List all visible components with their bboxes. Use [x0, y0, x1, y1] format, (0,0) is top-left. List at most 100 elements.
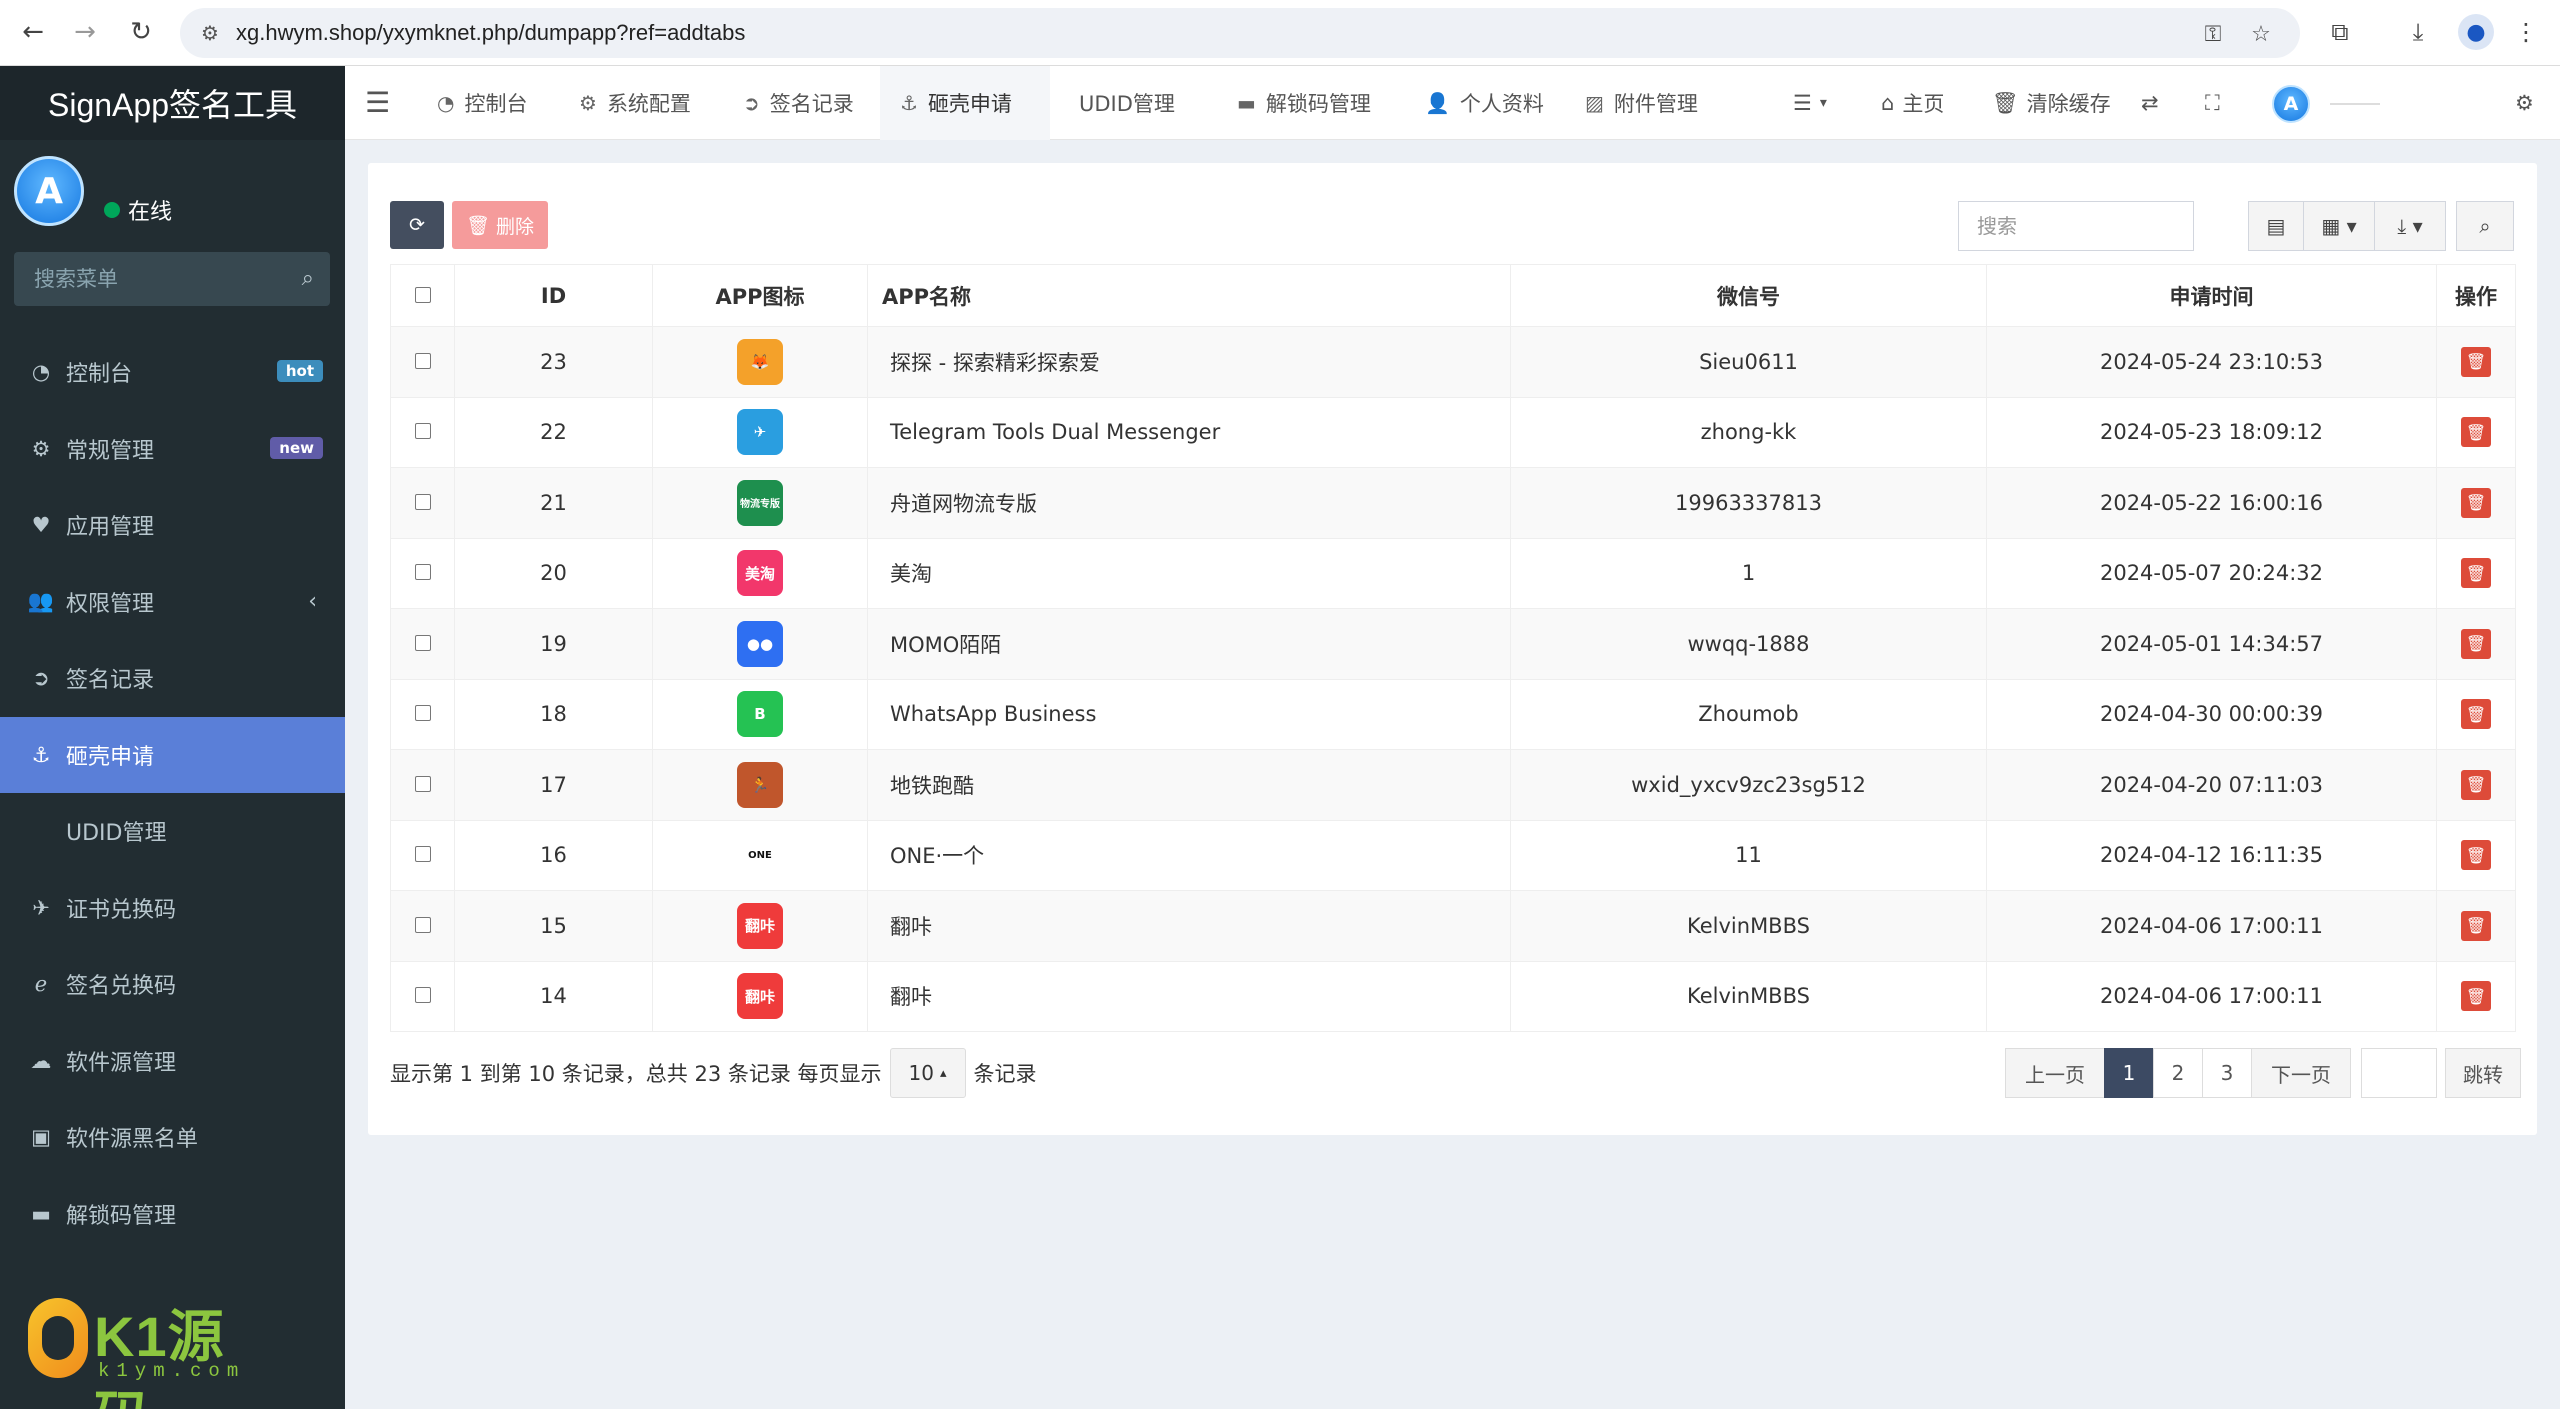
menu-search-input[interactable]	[14, 252, 284, 306]
sidebar-item-dashboard[interactable]: ◔ 控制台 hot	[0, 334, 345, 411]
row-delete-button[interactable]: 🗑	[2461, 769, 2491, 800]
row-delete-button[interactable]: 🗑	[2461, 417, 2491, 448]
row-delete-button[interactable]: 🗑	[2461, 346, 2491, 377]
table-row[interactable]: 14 翻咔 翻咔 KelvinMBBS 2024-04-06 17:00:11 🗑	[390, 960, 2516, 1032]
sidebar-item-unlock-codes[interactable]: ▬ 解锁码管理	[0, 1176, 345, 1253]
row-delete-button[interactable]: 🗑	[2461, 699, 2491, 730]
app-logo-title[interactable]: SignApp签名工具	[0, 66, 345, 140]
profile-avatar-icon[interactable]: ●	[2458, 14, 2494, 50]
sidebar-item-sign-records[interactable]: ➲ 签名记录	[0, 640, 345, 717]
page-1-button[interactable]: 1	[2104, 1048, 2154, 1098]
translate-icon[interactable]: ⇄	[2141, 66, 2159, 140]
row-checkbox[interactable]	[414, 423, 431, 440]
tab-dump-requests[interactable]: ⚓ 砸壳申请	[880, 66, 1050, 140]
row-delete-button[interactable]: 🗑	[2461, 840, 2491, 871]
trash-icon: 🗑	[2465, 493, 2487, 513]
clear-cache-link[interactable]: 🗑 清除缓存	[1992, 66, 2111, 140]
bookmark-star-icon[interactable]: ☆	[2246, 19, 2276, 49]
row-actions: 🗑	[2436, 749, 2516, 821]
sidebar-item-sources[interactable]: ☁ 软件源管理	[0, 1023, 345, 1100]
sidebar-item-udid[interactable]: UDID管理	[0, 793, 345, 870]
sidebar-item-source-blacklist[interactable]: ▣ 软件源黑名单	[0, 1099, 345, 1176]
table-row[interactable]: 17 🏃 地铁跑酷 wxid_yxcv9zc23sg512 2024-04-20 07:…	[390, 749, 2516, 821]
col-app-name[interactable]: APP名称	[867, 264, 1511, 327]
col-id[interactable]: ID	[454, 264, 653, 327]
row-checkbox[interactable]	[414, 634, 431, 651]
table-row[interactable]: 19 ●● MOMO陌陌 wwqq-1888 2024-05-01 14:34:57 🗑	[390, 608, 2516, 680]
toggle-view-button[interactable]: ▤	[2248, 201, 2304, 251]
nav-user-avatar[interactable]: A	[2272, 85, 2310, 123]
tab-udid[interactable]: UDID管理	[1069, 66, 1175, 140]
forward-icon[interactable]: →	[68, 15, 102, 49]
col-app-icon[interactable]: APP图标	[652, 264, 868, 327]
select-all-checkbox[interactable]	[414, 286, 431, 303]
row-checkbox[interactable]	[414, 705, 431, 722]
row-checkbox[interactable]	[414, 916, 431, 933]
col-wechat[interactable]: 微信号	[1510, 264, 1987, 327]
nav-username-placeholder[interactable]	[2330, 103, 2380, 105]
gear-icon: ⚙	[579, 91, 597, 115]
tab-system-config[interactable]: ⚙ 系统配置	[579, 66, 691, 140]
back-icon[interactable]: ←	[16, 15, 50, 49]
row-delete-button[interactable]: 🗑	[2461, 558, 2491, 589]
row-delete-button[interactable]: 🗑	[2461, 910, 2491, 941]
reload-icon[interactable]: ↻	[124, 15, 158, 49]
row-checkbox[interactable]	[414, 493, 431, 510]
row-delete-button[interactable]: 🗑	[2461, 487, 2491, 518]
col-apply-time[interactable]: 申请时间	[1986, 264, 2437, 327]
caret-down-icon: ▾	[1819, 95, 1827, 111]
delete-button[interactable]: 🗑 删除	[452, 201, 548, 249]
row-delete-button[interactable]: 🗑	[2461, 628, 2491, 659]
table-search-input[interactable]	[1959, 202, 2193, 250]
sidebar-item-dump-requests[interactable]: ⚓ 砸壳申请	[0, 716, 345, 793]
export-button[interactable]: ⤓ ▾	[2374, 201, 2446, 251]
row-checkbox[interactable]	[414, 987, 431, 1004]
table-row[interactable]: 16 ONE ONE·一个 11 2024-04-12 16:11:35 🗑	[390, 819, 2516, 891]
sidebar-item-general[interactable]: ⚙ 常规管理 new	[0, 411, 345, 488]
more-menu-icon[interactable]: ⋮	[2508, 14, 2544, 50]
home-link[interactable]: ⌂ 主页	[1881, 66, 1944, 140]
row-checkbox[interactable]	[414, 352, 431, 369]
prev-page-button[interactable]: 上一页	[2005, 1048, 2105, 1098]
search-icon[interactable]: ⌕	[302, 266, 314, 291]
tab-sign-records[interactable]: ➲ 签名记录	[743, 66, 854, 140]
tab-profile[interactable]: 👤 个人资料	[1425, 66, 1544, 140]
sidebar-item-sign-codes[interactable]: ℯ 签名兑换码	[0, 946, 345, 1023]
row-checkbox[interactable]	[414, 846, 431, 863]
tab-attachments[interactable]: ▨ 附件管理	[1585, 66, 1698, 140]
jump-page-input[interactable]	[2362, 1049, 2436, 1097]
tab-unlock-codes[interactable]: ▬ 解锁码管理	[1237, 66, 1371, 140]
table-row[interactable]: 21 物流专版 舟道网物流专版 19963337813 2024-05-22 16:00…	[390, 467, 2516, 539]
url-text[interactable]: xg.hwym.shop/yxymknet.php/dumpapp?ref=ad…	[236, 20, 745, 46]
columns-button[interactable]: ▦ ▾	[2303, 201, 2375, 251]
table-row[interactable]: 22 ✈ Telegram Tools Dual Messenger zhong-kk…	[390, 396, 2516, 468]
table-row[interactable]: 23 🦊 探探 - 探索精彩探索爱 Sieu0611 2024-05-24 23:10:…	[390, 326, 2516, 398]
page-3-button[interactable]: 3	[2202, 1048, 2252, 1098]
tab-label: UDID管理	[1079, 92, 1175, 116]
extensions-icon[interactable]: ⧉	[2322, 14, 2358, 50]
address-bar[interactable]: ⚙ xg.hwym.shop/yxymknet.php/dumpapp?ref=…	[180, 8, 2300, 58]
password-key-icon[interactable]: ⚿	[2198, 19, 2228, 49]
page-size-select[interactable]: 10 ▴	[889, 1048, 966, 1098]
search-button[interactable]: ⌕	[2456, 201, 2514, 251]
sidebar-item-permissions[interactable]: 👥 权限管理 ‹	[0, 564, 345, 641]
refresh-button[interactable]: ⟳	[390, 201, 444, 249]
tab-dashboard[interactable]: ◔ 控制台	[437, 66, 527, 140]
settings-cogs-icon[interactable]: ⚙	[2515, 66, 2534, 140]
row-delete-button[interactable]: 🗑	[2461, 981, 2491, 1012]
table-row[interactable]: 18 B WhatsApp Business Zhoumob 2024-04-30 00…	[390, 678, 2516, 750]
download-icon[interactable]: ⤓	[2400, 14, 2436, 50]
row-checkbox[interactable]	[414, 564, 431, 581]
sidebar-item-apps[interactable]: ♥ 应用管理	[0, 487, 345, 564]
page-2-button[interactable]: 2	[2153, 1048, 2203, 1098]
sidebar-toggle-icon[interactable]: ☰	[365, 86, 390, 119]
next-page-button[interactable]: 下一页	[2251, 1048, 2351, 1098]
sidebar-item-cert-codes[interactable]: ✈ 证书兑换码	[0, 870, 345, 947]
fullscreen-icon[interactable]: ⛶	[2205, 66, 2220, 140]
site-info-icon[interactable]: ⚙	[196, 19, 224, 47]
table-row[interactable]: 15 翻咔 翻咔 KelvinMBBS 2024-04-06 17:00:11 🗑	[390, 890, 2516, 962]
jump-button[interactable]: 跳转	[2445, 1048, 2521, 1098]
more-tabs-dropdown[interactable]: ☰ ▾	[1793, 66, 1827, 140]
table-row[interactable]: 20 美淘 美淘 1 2024-05-07 20:24:32 🗑	[390, 537, 2516, 609]
row-checkbox[interactable]	[414, 775, 431, 792]
